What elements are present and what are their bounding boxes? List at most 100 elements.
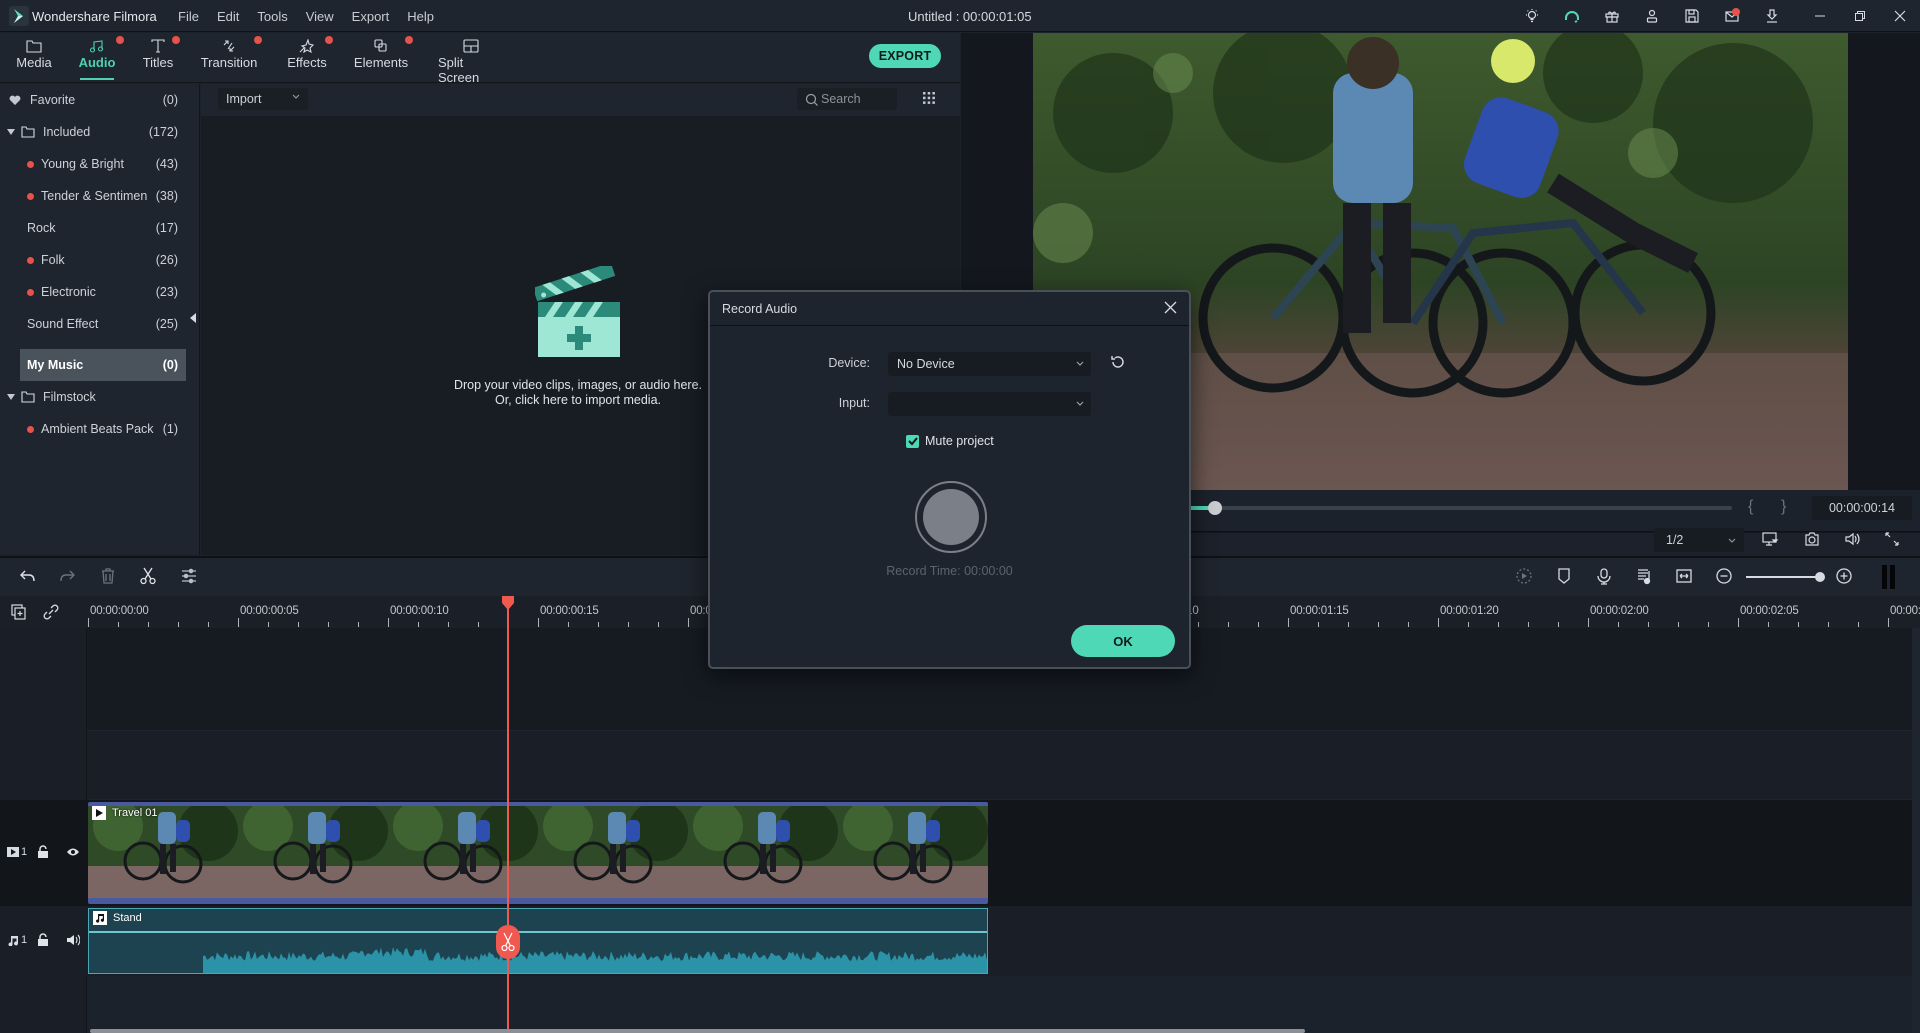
adjust-settings-icon[interactable] — [180, 567, 198, 585]
import-dropdown[interactable]: Import — [218, 88, 308, 110]
close-window-button[interactable] — [1880, 0, 1920, 32]
sidebar-item-folk[interactable]: Folk (26) — [0, 244, 186, 276]
minimize-button[interactable] — [1800, 0, 1840, 32]
restore-button[interactable] — [1840, 0, 1880, 32]
menu-file[interactable]: File — [178, 9, 199, 24]
sidebar-item-electronic[interactable]: Electronic (23) — [0, 276, 186, 308]
render-preview-icon[interactable] — [1515, 567, 1533, 585]
snapshot-camera-icon[interactable] — [1803, 530, 1821, 548]
account-icon — [1644, 8, 1660, 24]
menu-help[interactable]: Help — [407, 9, 434, 24]
zoom-to-fit-icon[interactable] — [1675, 567, 1693, 585]
audio-volume-line[interactable] — [89, 931, 987, 933]
timeline-zoom-slider-handle[interactable] — [1815, 572, 1825, 582]
sidebar-item-my-music[interactable]: My Music (0) — [20, 349, 186, 381]
record-button[interactable] — [915, 481, 987, 553]
lock-track-icon[interactable] — [37, 933, 49, 947]
close-dialog-button[interactable] — [1164, 301, 1177, 314]
timeline-horizontal-scrollbar[interactable] — [90, 1029, 1305, 1033]
track-mute-speaker-icon[interactable] — [66, 934, 80, 946]
new-badge — [27, 160, 34, 168]
refresh-devices-icon[interactable] — [1110, 354, 1126, 370]
playhead-line[interactable] — [507, 606, 509, 1033]
device-dropdown[interactable]: No Device — [888, 352, 1091, 376]
mute-project-label[interactable]: Mute project — [925, 434, 994, 448]
import-media-clapperboard-icon[interactable] — [535, 266, 621, 360]
menu-edit[interactable]: Edit — [217, 9, 239, 24]
playhead-split-marker[interactable] — [496, 925, 520, 959]
sidebar-item-sound-effect[interactable]: Sound Effect (25) — [0, 308, 186, 340]
ruler-label: 00:00:02:00 — [1590, 605, 1649, 617]
sidebar-item-filmstock[interactable]: Filmstock — [0, 381, 186, 413]
expand-triangle-icon[interactable] — [7, 129, 15, 135]
zoom-out-icon[interactable] — [1715, 567, 1733, 585]
ruler-tick — [1468, 622, 1469, 627]
save-button[interactable] — [1672, 0, 1712, 32]
tab-titles[interactable]: Titles — [142, 33, 180, 83]
ok-button[interactable]: OK — [1071, 625, 1175, 657]
sidebar-item-favorite[interactable]: Favorite (0) — [0, 84, 186, 116]
record-button-inner — [923, 489, 979, 545]
timeline-panel-toggle-icon[interactable] — [1882, 565, 1896, 589]
add-track-icon[interactable] — [10, 603, 28, 621]
gift-button[interactable] — [1592, 0, 1632, 32]
timeline-vertical-edge — [1912, 628, 1920, 1033]
playhead-handle[interactable] — [500, 596, 516, 610]
timeline-zoom-slider[interactable] — [1746, 576, 1824, 578]
split-scissors-icon[interactable] — [139, 567, 157, 585]
playback-quality-dropdown[interactable]: 1/2 — [1654, 528, 1744, 552]
zoom-in-icon[interactable] — [1835, 567, 1853, 585]
ruler-tick — [1438, 618, 1439, 627]
volume-icon[interactable] — [1843, 530, 1861, 548]
display-settings-icon[interactable] — [1761, 530, 1779, 548]
download-button[interactable] — [1752, 0, 1792, 32]
playback-progress-track[interactable] — [1192, 506, 1732, 510]
grid-view-icon[interactable] — [922, 91, 936, 105]
video-clip[interactable]: Travel 01 — [88, 802, 988, 904]
sidebar-item-tender-sentimental[interactable]: Tender & Sentimen (38) — [0, 180, 186, 212]
export-button[interactable]: EXPORT — [869, 44, 941, 68]
delete-icon[interactable] — [99, 567, 117, 585]
audio-waveform — [203, 947, 987, 973]
mute-project-checkbox[interactable] — [906, 435, 919, 448]
search-input[interactable]: Search — [797, 88, 897, 110]
sidebar-item-included[interactable]: Included (172) — [0, 116, 186, 148]
ruler-tick — [1588, 618, 1589, 627]
track-visibility-eye-icon[interactable] — [66, 847, 80, 857]
menu-export[interactable]: Export — [352, 9, 390, 24]
audio-mixer-icon[interactable] — [1635, 567, 1653, 585]
mark-out-button[interactable]: } — [1781, 498, 1786, 516]
tab-elements[interactable]: Elements — [354, 33, 413, 83]
expand-triangle-icon[interactable] — [7, 394, 15, 400]
lock-track-icon[interactable] — [37, 845, 49, 859]
messages-button[interactable] — [1712, 0, 1752, 32]
drop-zone-text[interactable]: Drop your video clips, images, or audio … — [420, 378, 736, 408]
record-voiceover-icon[interactable] — [1595, 567, 1613, 585]
tab-audio[interactable]: Audio — [76, 33, 124, 83]
collapse-sidebar-arrow-icon[interactable] — [190, 313, 196, 323]
sidebar-item-young-bright[interactable]: Young & Bright (43) — [0, 148, 186, 180]
input-dropdown[interactable] — [888, 392, 1091, 416]
audio-clip[interactable]: Stand — [88, 908, 988, 974]
fullscreen-icon[interactable] — [1883, 530, 1901, 548]
undo-icon[interactable] — [19, 567, 37, 585]
menu-tools[interactable]: Tools — [257, 9, 287, 24]
tab-media[interactable]: Media — [16, 33, 52, 83]
new-badge — [254, 36, 262, 44]
tab-transition[interactable]: Transition — [201, 33, 262, 83]
add-marker-icon[interactable] — [1555, 567, 1573, 585]
support-button[interactable] — [1552, 0, 1592, 32]
redo-icon[interactable] — [58, 567, 76, 585]
link-icon[interactable] — [42, 603, 60, 621]
mark-in-button[interactable]: { — [1748, 498, 1753, 516]
tab-split-screen[interactable]: Split Screen — [438, 33, 504, 85]
tab-effects[interactable]: Effects — [287, 33, 333, 83]
sidebar-item-rock[interactable]: Rock (17) — [0, 212, 186, 244]
account-button[interactable] — [1632, 0, 1672, 32]
record-time-text: Record Time: 00:00:00 — [886, 564, 1013, 578]
sidebar-item-ambient-beats-pack[interactable]: Ambient Beats Pack (1) — [0, 413, 186, 445]
ruler-tick — [1498, 622, 1499, 627]
menu-view[interactable]: View — [306, 9, 334, 24]
folder-icon — [21, 126, 35, 138]
tips-button[interactable] — [1512, 0, 1552, 32]
